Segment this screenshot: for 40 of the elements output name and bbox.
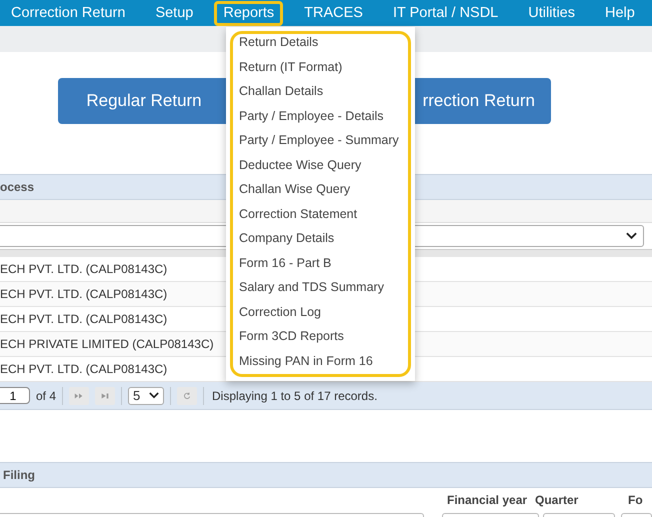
page-field[interactable]: 1 (0, 387, 30, 404)
menu-item[interactable]: Form 3CD Reports (233, 329, 408, 354)
table-cell: ECH PRIVATE LIMITED (CALP08143C) (0, 337, 214, 351)
column-header: Financial year (447, 492, 528, 508)
menu-item[interactable]: Correction Statement (233, 206, 408, 231)
menu-item[interactable]: Party / Employee - Summary (233, 133, 408, 158)
table-cell: ECH PVT. LTD. (CALP08143C) (0, 362, 168, 376)
table-cell: ECH PVT. LTD. (CALP08143C) (0, 262, 168, 276)
menu-item[interactable]: Correction Log (233, 304, 408, 329)
page-size-select[interactable]: 5 (128, 386, 164, 404)
menu-item[interactable]: IT Portal / NSDL (384, 0, 508, 26)
page-count: of 4 (36, 388, 56, 402)
last-page-button[interactable] (95, 386, 116, 404)
refresh-icon (182, 392, 192, 400)
menu-item[interactable]: TRACES (295, 0, 372, 26)
next-icon (74, 392, 84, 400)
next-page-button[interactable] (69, 386, 90, 404)
refresh-button[interactable] (177, 386, 198, 404)
menu-item[interactable]: Missing PAN in Form 16 (233, 354, 408, 378)
menu-item[interactable]: Setup (146, 0, 202, 26)
menu-item[interactable]: Utilities (519, 0, 584, 26)
chevron-icon (626, 232, 637, 240)
last-icon (100, 392, 110, 400)
menu-item[interactable]: Form 16 - Part B (233, 256, 408, 280)
column-header: Quarter (535, 492, 578, 508)
menu-item[interactable]: Reports (214, 0, 284, 26)
table-cell: ECH PVT. LTD. (CALP08143C) (0, 312, 168, 326)
menu-item[interactable]: Company Details (233, 231, 408, 256)
menu-item[interactable]: Correction Return (8, 0, 134, 26)
panel-title: Filing (3, 468, 35, 482)
panel-title: ocess (0, 180, 34, 194)
column-header: Fo (628, 492, 644, 509)
menu-item[interactable]: Salary and TDS Summary (233, 280, 408, 304)
chevron-icon (149, 392, 160, 399)
records-status: Displaying 1 to 5 of 17 records. (211, 388, 378, 402)
menu-item[interactable]: Challan Wise Query (233, 182, 408, 206)
menu-item[interactable]: Return Details (233, 35, 408, 60)
table-cell: ECH PVT. LTD. (CALP08143C) (0, 287, 168, 301)
menu-item[interactable]: Deductee Wise Query (233, 158, 408, 182)
menu-item[interactable]: Help (596, 0, 644, 26)
